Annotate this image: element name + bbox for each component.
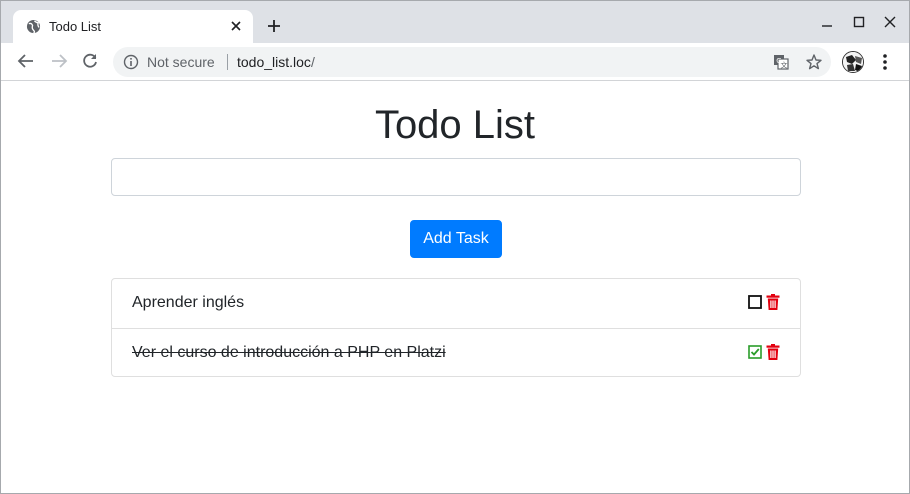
list-item: Aprender inglés — [112, 279, 800, 328]
url-path: / — [310, 54, 315, 70]
tab-strip: Todo List — [1, 1, 909, 43]
minimize-icon[interactable] — [820, 15, 834, 29]
checked-box-icon[interactable] — [748, 345, 762, 359]
add-task-button[interactable]: Add Task — [410, 220, 502, 258]
task-list: Aprender inglés Ver el curso de introduc… — [111, 278, 801, 377]
address-separator — [227, 54, 228, 70]
page-title: Todo List — [374, 103, 536, 147]
url-text[interactable]: todo_list.loc/ — [237, 54, 315, 70]
back-icon[interactable] — [17, 52, 35, 70]
close-icon[interactable] — [228, 18, 244, 34]
tab-todo-list[interactable]: Todo List — [13, 10, 253, 43]
page-content: Todo List Add Task Aprender inglés Ver e… — [1, 82, 909, 493]
window-close-icon[interactable] — [883, 15, 897, 29]
translate-icon[interactable]: G 文 — [773, 54, 789, 70]
kebab-menu-icon[interactable] — [877, 52, 893, 72]
unchecked-box-icon[interactable] — [748, 295, 762, 309]
svg-text:文: 文 — [781, 61, 788, 70]
maximize-icon[interactable] — [852, 15, 866, 29]
security-label[interactable]: Not secure — [147, 54, 215, 70]
trash-icon[interactable] — [766, 344, 780, 360]
tab-title: Todo List — [49, 19, 102, 34]
browser-window: Todo List Not secure todo_list.loc/ G 文 … — [0, 0, 910, 494]
address-bar[interactable]: Not secure todo_list.loc/ G 文 — [113, 47, 831, 77]
profile-avatar[interactable] — [842, 51, 864, 73]
new-tab-plus-icon[interactable] — [265, 17, 283, 35]
star-icon[interactable] — [805, 53, 823, 71]
globe-icon — [26, 19, 41, 34]
browser-toolbar: Not secure todo_list.loc/ G 文 — [1, 43, 909, 81]
task-text-completed: Ver el curso de introducción a PHP en Pl… — [132, 344, 446, 361]
task-input[interactable] — [111, 158, 801, 196]
info-icon[interactable] — [123, 54, 139, 70]
url-host: todo_list.loc — [237, 54, 311, 70]
trash-icon[interactable] — [766, 294, 780, 310]
task-text: Aprender inglés — [132, 294, 245, 311]
reload-icon[interactable] — [81, 52, 99, 70]
forward-icon[interactable] — [50, 52, 68, 70]
list-item: Ver el curso de introducción a PHP en Pl… — [112, 328, 800, 377]
